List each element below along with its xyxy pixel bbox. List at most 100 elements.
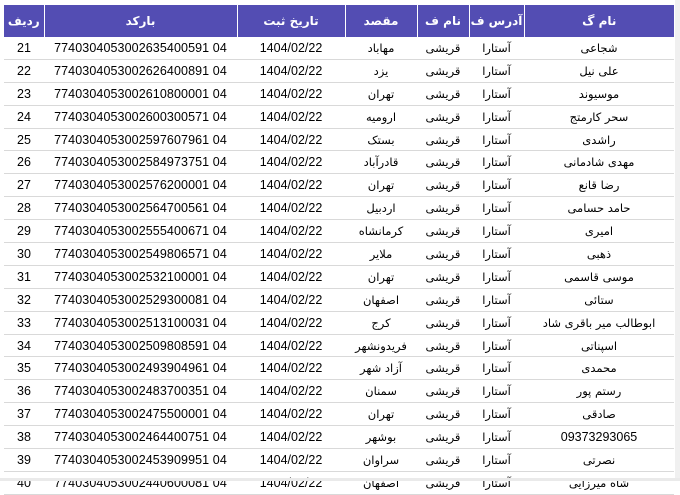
table-body: شجاعی آستارا قریشی مهاباد 1404/02/22 77403040…: [4, 37, 674, 495]
cell-name: موسیوند: [524, 82, 674, 106]
table-row[interactable]: موسی قاسمی آستارا قریشی تهران 1404/02/22 7740…: [4, 265, 674, 289]
cell-destination: بستک: [345, 128, 417, 152]
cell-index: 27: [4, 173, 44, 198]
cell-date: 1404/02/22: [237, 196, 345, 221]
cell-index: 39: [4, 448, 44, 472]
table-row[interactable]: رضا قانع آستارا قریشی تهران 1404/02/22 774030…: [4, 173, 674, 198]
cell-destination: تهران: [345, 82, 417, 106]
cell-family: قریشی: [417, 265, 469, 289]
cell-family: قریشی: [417, 150, 469, 175]
header-destination[interactable]: مقصد: [344, 5, 417, 37]
cell-destination: سراوان: [345, 448, 417, 472]
cell-address: آستارا: [469, 128, 524, 152]
cell-date: 1404/02/22: [237, 37, 345, 60]
cell-destination: آزاد شهر: [345, 356, 417, 381]
cell-family: قریشی: [417, 334, 469, 358]
table-row[interactable]: محمدی آستارا قریشی آزاد شهر 1404/02/22 774030…: [4, 356, 674, 381]
cell-index: 40: [4, 471, 44, 495]
table-row[interactable]: رستم پور آستارا قریشی سمنان 1404/02/22 774030…: [4, 379, 674, 404]
cell-family: قریشی: [417, 105, 469, 129]
cell-date: 1404/02/22: [237, 379, 345, 404]
cell-date: 1404/02/22: [237, 82, 345, 106]
cell-barcode: 7740304053002493904961 04: [44, 356, 237, 381]
cell-date: 1404/02/22: [237, 265, 345, 289]
table-row[interactable]: اسپناتی آستارا قریشی فریدونشهر 1404/02/22 774…: [4, 334, 674, 358]
header-address[interactable]: آدرس ف: [468, 5, 524, 37]
table-row[interactable]: سحر کارمتج آستارا قریشی ارومیه 1404/02/22 774…: [4, 105, 674, 129]
cell-name: موسی قاسمی: [524, 265, 674, 289]
cell-name: اسپناتی: [524, 334, 674, 358]
table-row[interactable]: ابوطالب میر باقری شاد آستارا قریشی کرج 1404/…: [4, 311, 674, 335]
table-row[interactable]: موسیوند آستارا قریشی تهران 1404/02/22 7740304…: [4, 82, 674, 106]
cell-barcode: 7740304053002610800001 04: [44, 82, 237, 106]
header-family[interactable]: نام ف: [416, 5, 469, 37]
header-index[interactable]: ردیف: [4, 5, 44, 37]
cell-destination: تهران: [345, 265, 417, 289]
cell-barcode: 7740304053002549806571 04: [44, 242, 237, 266]
cell-destination: یزد: [345, 59, 417, 83]
cell-index: 23: [4, 82, 44, 106]
cell-family: قریشی: [417, 425, 469, 450]
cell-name: صادقی: [524, 402, 674, 427]
table-row[interactable]: 09373293065 آستارا قریشی بوشهر 1404/02/22 774…: [4, 425, 674, 450]
table-row[interactable]: شجاعی آستارا قریشی مهاباد 1404/02/22 77403040…: [4, 37, 674, 60]
cell-destination: کرمانشاه: [345, 219, 417, 244]
cell-date: 1404/02/22: [237, 425, 345, 450]
cell-date: 1404/02/22: [237, 356, 345, 381]
cell-index: 26: [4, 150, 44, 175]
cell-index: 25: [4, 128, 44, 152]
cell-family: قریشی: [417, 219, 469, 244]
cell-date: 1404/02/22: [237, 334, 345, 358]
cell-destination: مهاباد: [345, 37, 417, 60]
cell-index: 35: [4, 356, 44, 381]
cell-barcode: 7740304053002626400891 04: [44, 59, 237, 83]
cell-destination: قادرآباد: [345, 150, 417, 175]
table-row[interactable]: شاه میرزایی آستارا قریشی اصفهان 1404/02/22 77…: [4, 471, 674, 495]
cell-barcode: 7740304053002509808591 04: [44, 334, 237, 358]
cell-barcode: 7740304053002513100031 04: [44, 311, 237, 335]
app-frame: نام گ آدرس ف نام ف مقصد تاریخ ثبت بارکد …: [0, 0, 680, 495]
cell-address: آستارا: [469, 265, 524, 289]
cell-family: قریشی: [417, 448, 469, 472]
cell-barcode: 7740304053002440600081 04: [44, 471, 237, 495]
cell-index: 28: [4, 196, 44, 221]
header-name[interactable]: نام گ: [523, 5, 674, 37]
table-row[interactable]: نصرتی آستارا قریشی سراوان 1404/02/22 77403040…: [4, 448, 674, 472]
cell-address: آستارا: [469, 196, 524, 221]
cell-date: 1404/02/22: [237, 150, 345, 175]
cell-index: 36: [4, 379, 44, 404]
cell-name: 09373293065: [524, 425, 674, 450]
table-row[interactable]: صادقی آستارا قریشی تهران 1404/02/22 774030405…: [4, 402, 674, 427]
cell-index: 31: [4, 265, 44, 289]
cell-destination: ملایر: [345, 242, 417, 266]
cell-family: قریشی: [417, 242, 469, 266]
table-row[interactable]: امیری آستارا قریشی کرمانشاه 1404/02/22 774030…: [4, 219, 674, 244]
cell-date: 1404/02/22: [237, 219, 345, 244]
cell-address: آستارا: [469, 37, 524, 60]
cell-destination: اصفهان: [345, 288, 417, 312]
cell-address: آستارا: [469, 105, 524, 129]
cell-family: قریشی: [417, 196, 469, 221]
cell-family: قریشی: [417, 288, 469, 312]
table-row[interactable]: راشدی آستارا قریشی بستک 1404/02/22 7740304053…: [4, 128, 674, 152]
cell-destination: سمنان: [345, 379, 417, 404]
cell-destination: کرج: [345, 311, 417, 335]
table-row[interactable]: علی نیل آستارا قریشی یزد 1404/02/22 774030405…: [4, 59, 674, 83]
table-row[interactable]: حامد حسامی آستارا قریشی اردبیل 1404/02/22 774…: [4, 196, 674, 221]
table-row[interactable]: ذهبی آستارا قریشی ملایر 1404/02/22 7740304053…: [4, 242, 674, 266]
cell-barcode: 7740304053002576200001 04: [44, 173, 237, 198]
cell-index: 29: [4, 219, 44, 244]
table-row[interactable]: مهدی شادمانی آستارا قریشی قادرآباد 1404/02/2…: [4, 150, 674, 175]
cell-date: 1404/02/22: [237, 288, 345, 312]
cell-name: امیری: [524, 219, 674, 244]
header-barcode[interactable]: بارکد: [43, 5, 237, 37]
header-row: نام گ آدرس ف نام ف مقصد تاریخ ثبت بارکد …: [4, 5, 674, 37]
header-date[interactable]: تاریخ ثبت: [236, 5, 345, 37]
cell-name: راشدی: [524, 128, 674, 152]
cell-destination: اصفهان: [345, 471, 417, 495]
vertical-scrollbar[interactable]: [675, 0, 680, 481]
cell-name: شجاعی: [524, 37, 674, 60]
cell-name: رستم پور: [524, 379, 674, 404]
cell-barcode: 7740304053002564700561 04: [44, 196, 237, 221]
table-row[interactable]: ستائی آستارا قریشی اصفهان 1404/02/22 77403040…: [4, 288, 674, 312]
